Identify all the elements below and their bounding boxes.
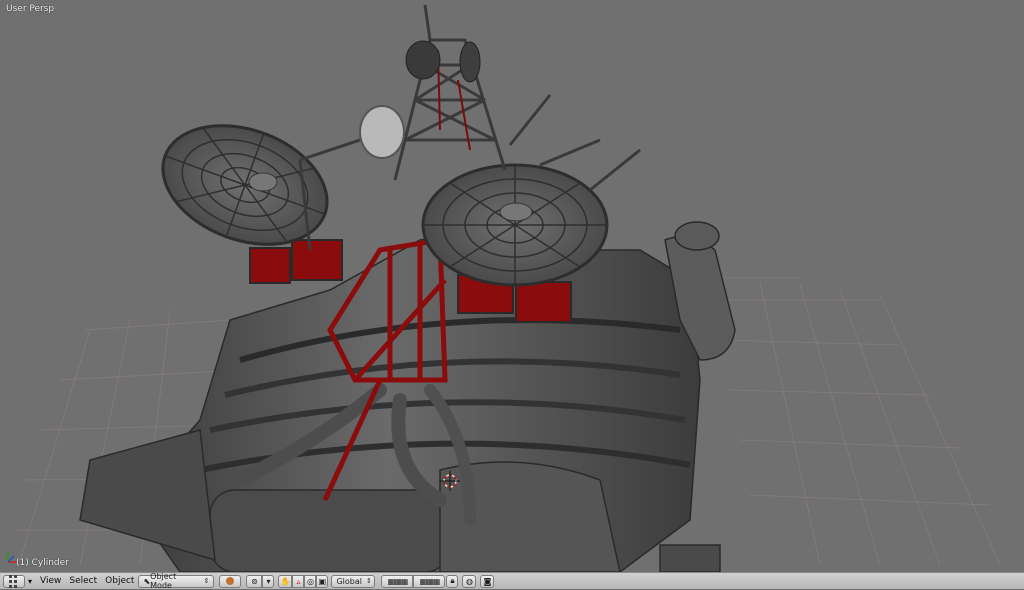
menu-object[interactable]: Object bbox=[105, 576, 134, 586]
scale-manipulator-button[interactable]: ▣ bbox=[316, 574, 329, 588]
pivot-icon: ⊚ bbox=[251, 576, 258, 586]
layers-grid-icon: ▦▦▦ bbox=[387, 576, 409, 586]
layers-grid-icon: ▦▦▦ bbox=[419, 576, 441, 586]
translate-arrow-icon: ▵ bbox=[296, 576, 301, 586]
dropdown-arrow-icon: ⇕ bbox=[365, 577, 372, 585]
lock-icon: 🔒︎ bbox=[450, 576, 455, 585]
view3d-grid-icon bbox=[8, 574, 20, 589]
orientation-label: Global bbox=[336, 576, 362, 586]
dropdown-arrow-icon: ⇕ bbox=[203, 577, 210, 585]
radar-dish-right bbox=[421, 163, 609, 287]
blender-window: User Persp (1) Cylinder ▾ View Select Ob… bbox=[0, 0, 1024, 590]
viewport-view-label: User Persp bbox=[6, 4, 55, 14]
object-mode-icon: ⬉ bbox=[143, 576, 151, 586]
mode-dropdown[interactable]: ⬉ Object Mode ⇕ bbox=[138, 572, 215, 590]
scene-render bbox=[15, 4, 1001, 572]
menu-collapse-icon[interactable]: ▾ bbox=[28, 577, 32, 586]
menu-select[interactable]: Select bbox=[69, 576, 97, 586]
mast-white-dish bbox=[359, 105, 405, 159]
3d-viewport[interactable]: User Persp (1) Cylinder bbox=[0, 0, 1024, 572]
shading-sphere-icon bbox=[226, 577, 235, 585]
active-object-label: (1) Cylinder bbox=[16, 558, 69, 568]
menu-view[interactable]: View bbox=[40, 576, 61, 586]
opengl-render-button[interactable]: ◙ bbox=[480, 574, 495, 588]
scale-icon: ▣ bbox=[318, 576, 327, 586]
pivot-point-button[interactable]: ⊚ bbox=[246, 574, 263, 588]
mast-side-antenna bbox=[459, 41, 481, 83]
mast-sensor-dome bbox=[405, 40, 441, 80]
hull bbox=[79, 221, 736, 572]
mode-dropdown-label: Object Mode bbox=[150, 572, 177, 590]
hand-icon: ✋ bbox=[280, 576, 291, 586]
editor-type-button[interactable] bbox=[3, 574, 25, 589]
magnet-icon: ◍ bbox=[465, 576, 473, 586]
layer-lock-button[interactable]: 🔒︎ bbox=[446, 574, 459, 588]
chevron-down-icon: ▾ bbox=[266, 576, 271, 586]
rotate-icon: ◎ bbox=[306, 576, 314, 586]
snap-toggle-button[interactable]: ◍ bbox=[462, 574, 477, 588]
transform-orientation-dropdown[interactable]: Global ⇕ bbox=[331, 574, 376, 588]
layer-buttons-a[interactable]: ▦▦▦ bbox=[381, 574, 414, 588]
translate-manipulator-button[interactable]: ▵ bbox=[292, 574, 305, 588]
layer-buttons-b[interactable]: ▦▦▦ bbox=[413, 574, 446, 588]
pivot-dropdown-button[interactable]: ▾ bbox=[262, 574, 275, 588]
viewport-shading-button[interactable] bbox=[219, 574, 242, 588]
manipulator-toggle-button[interactable]: ✋ bbox=[278, 574, 293, 588]
rotate-manipulator-button[interactable]: ◎ bbox=[304, 574, 317, 588]
3d-view-header: ▾ View Select Object ⬉ Object Mode ⇕ ⊚ ▾… bbox=[0, 572, 1024, 590]
camera-render-icon: ◙ bbox=[483, 576, 492, 586]
